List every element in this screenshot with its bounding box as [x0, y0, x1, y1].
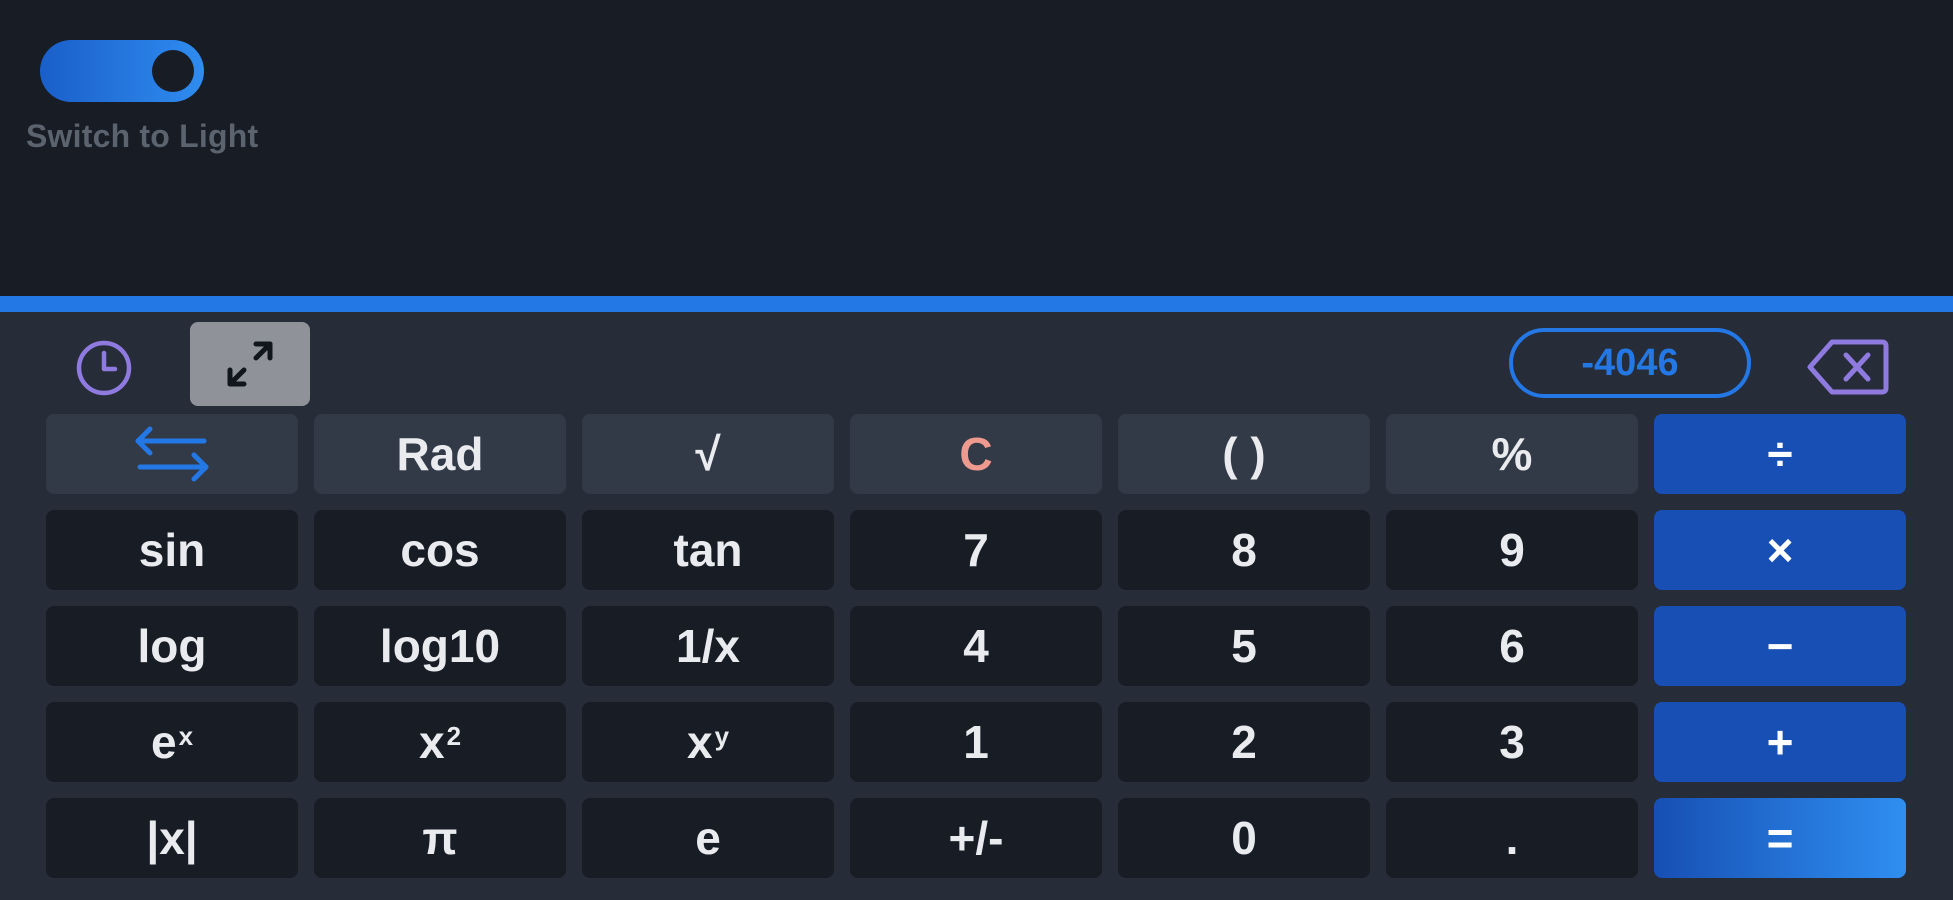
backspace-button[interactable]: [1806, 338, 1890, 396]
subtract-button[interactable]: −: [1654, 606, 1906, 686]
history-button[interactable]: [74, 338, 134, 398]
exp-base: e: [150, 716, 177, 768]
clock-icon: [76, 340, 132, 396]
reciprocal-button[interactable]: 1/x: [582, 606, 834, 686]
sin-button[interactable]: sin: [46, 510, 298, 590]
calculator-app: Switch to Light -4046 Rad √ C () % ÷ si…: [0, 0, 1953, 900]
power-exponent: y: [714, 720, 730, 751]
square-button[interactable]: x2: [314, 702, 566, 782]
percent-button[interactable]: %: [1386, 414, 1638, 494]
backspace-icon: [1807, 339, 1889, 395]
square-base: x: [418, 716, 445, 768]
power-button[interactable]: xy: [582, 702, 834, 782]
keypad-panel: -4046 Rad √ C () % ÷ sin cos tan 7 8 9 …: [0, 296, 1953, 900]
euler-button[interactable]: e: [582, 798, 834, 878]
abs-button[interactable]: |x|: [46, 798, 298, 878]
theme-toggle-label: Switch to Light: [26, 118, 259, 154]
digit-9-button[interactable]: 9: [1386, 510, 1638, 590]
result-display: -4046: [1509, 328, 1751, 398]
digit-5-button[interactable]: 5: [1118, 606, 1370, 686]
negate-button[interactable]: +/-: [850, 798, 1102, 878]
digit-2-button[interactable]: 2: [1118, 702, 1370, 782]
digit-4-button[interactable]: 4: [850, 606, 1102, 686]
digit-0-button[interactable]: 0: [1118, 798, 1370, 878]
digit-6-button[interactable]: 6: [1386, 606, 1638, 686]
digit-3-button[interactable]: 3: [1386, 702, 1638, 782]
exp-button[interactable]: ex: [46, 702, 298, 782]
swap-functions-button[interactable]: [46, 414, 298, 494]
clear-button[interactable]: C: [850, 414, 1102, 494]
rad-toggle-button[interactable]: Rad: [314, 414, 566, 494]
add-button[interactable]: +: [1654, 702, 1906, 782]
digit-7-button[interactable]: 7: [850, 510, 1102, 590]
pi-button[interactable]: π: [314, 798, 566, 878]
log10-button[interactable]: log10: [314, 606, 566, 686]
swap-arrows-icon: [135, 426, 209, 482]
log-button[interactable]: log: [46, 606, 298, 686]
keypad-grid: Rad √ C ( ) % ÷ sin cos tan 7 8 9 × log …: [46, 414, 1906, 878]
keypad-toolbar: -4046: [0, 312, 1953, 424]
decimal-button[interactable]: .: [1386, 798, 1638, 878]
tan-button[interactable]: tan: [582, 510, 834, 590]
cos-button[interactable]: cos: [314, 510, 566, 590]
digit-1-button[interactable]: 1: [850, 702, 1102, 782]
toggle-knob: [152, 50, 194, 92]
digit-8-button[interactable]: 8: [1118, 510, 1370, 590]
exp-power: x: [178, 720, 194, 751]
expand-arrows-icon: [227, 341, 273, 387]
power-base: x: [686, 716, 713, 768]
multiply-button[interactable]: ×: [1654, 510, 1906, 590]
expand-button[interactable]: [190, 322, 310, 406]
equals-button[interactable]: =: [1654, 798, 1906, 878]
square-power: 2: [446, 720, 462, 751]
sqrt-button[interactable]: √: [582, 414, 834, 494]
parentheses-button[interactable]: ( ): [1118, 414, 1370, 494]
theme-toggle[interactable]: [40, 40, 204, 102]
divide-button[interactable]: ÷: [1654, 414, 1906, 494]
